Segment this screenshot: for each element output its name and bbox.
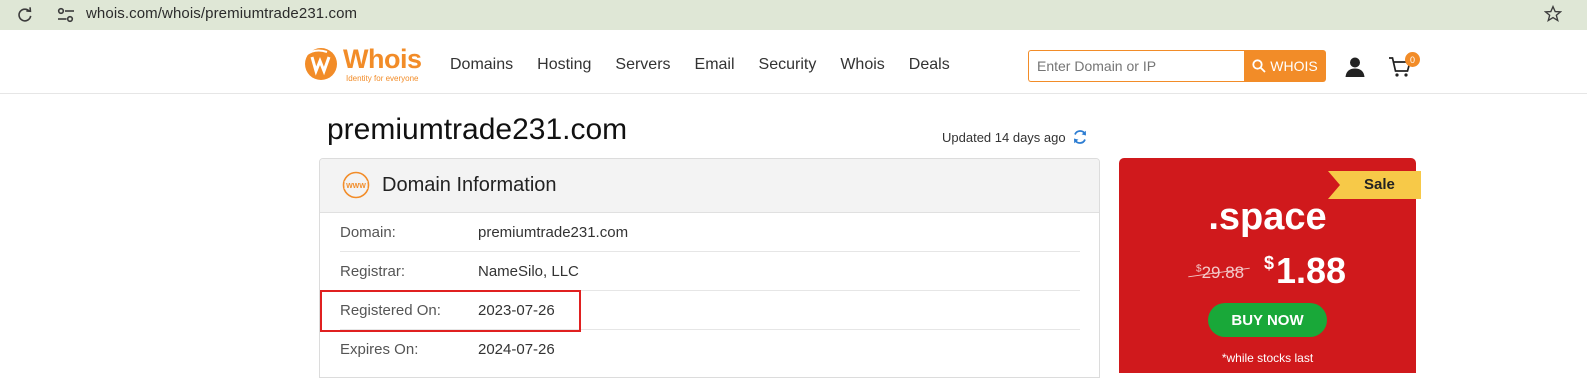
info-value: premiumtrade231.com: [478, 224, 629, 241]
nav-email[interactable]: Email: [695, 56, 735, 74]
stock-note: *while stocks last: [1221, 351, 1314, 365]
nav-deals[interactable]: Deals: [909, 56, 950, 74]
site-header: Whois Identity for everyone Domains Host…: [0, 30, 1587, 94]
browser-address-bar: whois.com/whois/premiumtrade231.com: [0, 0, 1587, 30]
registered-on-highlight: [320, 290, 581, 332]
cart-count-badge: 0: [1405, 52, 1420, 67]
nav-security[interactable]: Security: [759, 56, 817, 74]
svg-text:WWW: WWW: [346, 183, 366, 190]
info-value: 2024-07-26: [478, 341, 555, 358]
whois-logo[interactable]: Whois Identity for everyone: [303, 44, 428, 84]
nav-servers[interactable]: Servers: [615, 56, 670, 74]
updated-status: Updated 14 days ago: [942, 129, 1088, 145]
page-title: premiumtrade231.com: [327, 113, 628, 146]
nav-whois[interactable]: Whois: [840, 56, 884, 74]
info-value: NameSilo, LLC: [478, 263, 579, 280]
info-row-registrar: Registrar: NameSilo, LLC: [340, 252, 1080, 291]
info-row-expires-on: Expires On: 2024-07-26: [340, 330, 1080, 369]
domain-information-header: WWW Domain Information: [320, 159, 1099, 213]
refresh-icon[interactable]: [1072, 129, 1088, 145]
old-price: $29.88: [1196, 263, 1244, 283]
url-text[interactable]: whois.com/whois/premiumtrade231.com: [86, 5, 357, 22]
buy-now-button[interactable]: BUY NOW: [1208, 303, 1327, 337]
www-globe-icon: WWW: [342, 171, 370, 199]
nav-hosting[interactable]: Hosting: [537, 56, 591, 74]
main-nav: Domains Hosting Servers Email Security W…: [450, 56, 974, 74]
user-account-icon[interactable]: [1344, 56, 1366, 78]
info-label: Registrar:: [340, 263, 406, 280]
search-box: [1028, 50, 1244, 82]
sale-badge-text: Sale: [1364, 176, 1395, 193]
info-row-domain: Domain: premiumtrade231.com: [340, 213, 1080, 252]
domain-search-input[interactable]: [1029, 51, 1244, 81]
logo-text: Whois: [343, 44, 422, 74]
search-icon: [1252, 59, 1266, 73]
promo-tld: .space: [1208, 196, 1327, 238]
new-price-value: 1.88: [1276, 250, 1347, 291]
whois-logo-mark-icon: [305, 48, 337, 80]
nav-domains[interactable]: Domains: [450, 56, 513, 74]
domain-information-title: Domain Information: [382, 174, 557, 196]
reload-icon[interactable]: [16, 6, 34, 24]
whois-search-button[interactable]: WHOIS: [1244, 50, 1326, 82]
new-price: $1.88: [1264, 250, 1346, 292]
new-price-currency: $: [1264, 253, 1275, 273]
info-label: Expires On:: [340, 341, 419, 358]
info-label: Domain:: [340, 224, 396, 241]
site-settings-icon[interactable]: [56, 6, 76, 24]
bookmark-star-icon[interactable]: [1544, 5, 1562, 23]
updated-text: Updated 14 days ago: [942, 129, 1066, 145]
domain-information-card: WWW Domain Information Domain: premiumtr…: [319, 158, 1100, 378]
logo-tagline: Identity for everyone: [346, 74, 419, 83]
search-button-label: WHOIS: [1270, 58, 1318, 74]
